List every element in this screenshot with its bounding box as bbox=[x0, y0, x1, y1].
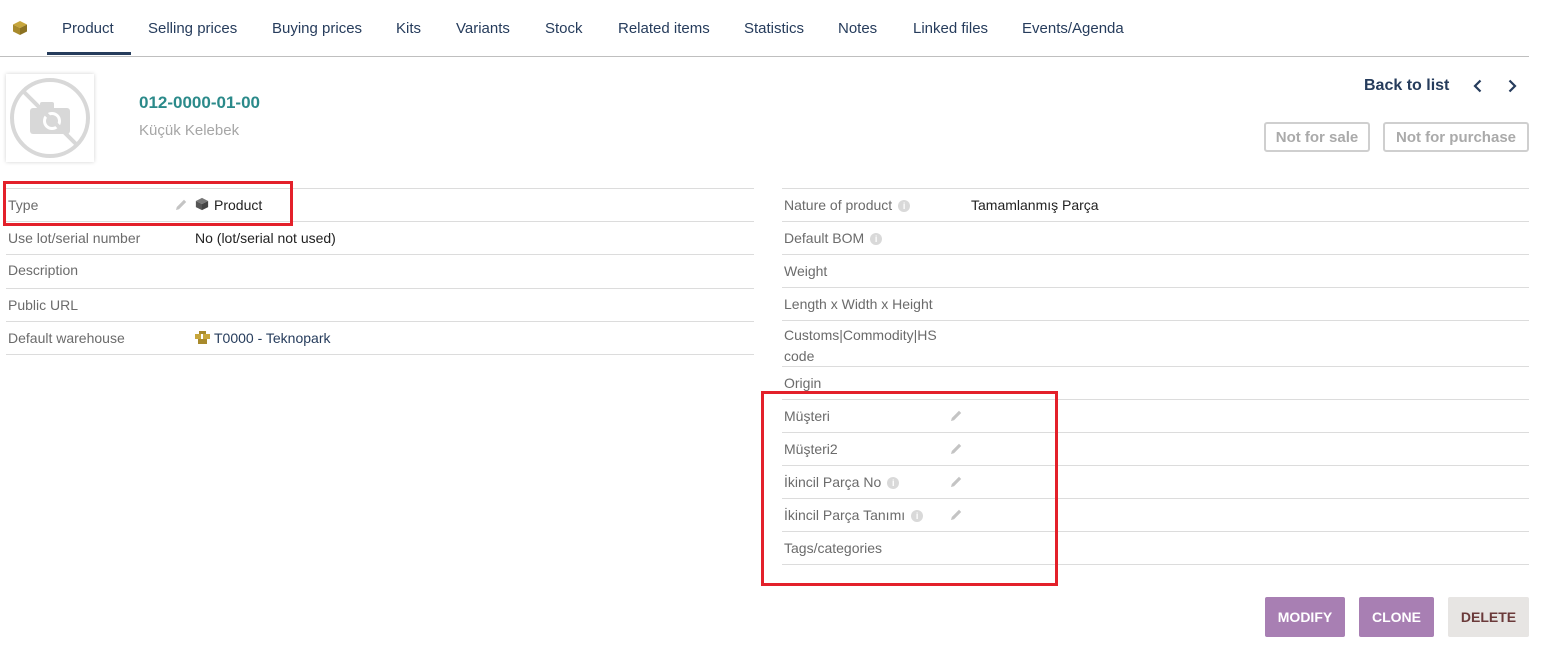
field-label-default-warehouse: Default warehouse bbox=[8, 330, 125, 346]
field-label-text: Default BOM bbox=[784, 230, 865, 246]
divider bbox=[6, 354, 754, 355]
modify-button[interactable]: MODIFY bbox=[1265, 597, 1345, 637]
product-ref: 012-0000-01-00 bbox=[139, 93, 260, 112]
divider bbox=[782, 221, 1529, 222]
tab-selling-prices[interactable]: Selling prices bbox=[148, 20, 237, 37]
divider bbox=[782, 287, 1529, 288]
tab-variants[interactable]: Variants bbox=[456, 20, 510, 37]
product-label: Küçük Kelebek bbox=[139, 122, 240, 139]
tab-buying-prices[interactable]: Buying prices bbox=[272, 20, 362, 37]
field-label-origin: Origin bbox=[784, 375, 822, 391]
no-photo-icon bbox=[10, 78, 90, 158]
field-label-weight: Weight bbox=[784, 263, 828, 279]
status-purchase-badge[interactable]: Not for purchase bbox=[1383, 122, 1529, 152]
product-photo[interactable] bbox=[6, 74, 94, 162]
next-record-icon[interactable] bbox=[1504, 78, 1520, 94]
field-value-nature: Tamamlanmış Parça bbox=[971, 197, 1099, 213]
divider bbox=[782, 254, 1529, 255]
field-label-description: Description bbox=[8, 262, 79, 278]
tab-kits[interactable]: Kits bbox=[396, 20, 421, 37]
field-label-nature: Nature of product i bbox=[784, 197, 911, 213]
active-tab-indicator bbox=[47, 52, 131, 55]
tab-linked-files[interactable]: Linked files bbox=[913, 20, 988, 37]
divider bbox=[782, 188, 1529, 189]
tab-notes[interactable]: Notes bbox=[838, 20, 877, 37]
field-label-lot-serial: Use lot/serial number bbox=[8, 230, 141, 246]
status-sale-badge[interactable]: Not for sale bbox=[1264, 122, 1370, 152]
field-label-dimensions: Length x Width x Height bbox=[784, 296, 933, 312]
back-to-list-link[interactable]: Back to list bbox=[1364, 77, 1449, 95]
field-label-public-url: Public URL bbox=[8, 297, 79, 313]
highlight-box-type bbox=[3, 181, 293, 226]
warehouse-link[interactable]: T0000 - Teknopark bbox=[214, 330, 330, 346]
delete-button[interactable]: DELETE bbox=[1448, 597, 1529, 637]
clone-button[interactable]: CLONE bbox=[1359, 597, 1434, 637]
info-icon: i bbox=[898, 200, 911, 212]
divider bbox=[6, 321, 754, 322]
tab-product[interactable]: Product bbox=[62, 20, 114, 37]
previous-record-icon[interactable] bbox=[1470, 78, 1486, 94]
tab-bar: Product Selling prices Buying prices Kit… bbox=[0, 0, 1529, 57]
divider bbox=[782, 320, 1529, 321]
highlight-box-extrafields bbox=[761, 391, 1058, 586]
tab-events-agenda[interactable]: Events/Agenda bbox=[1022, 20, 1124, 37]
field-label-text: Nature of product bbox=[784, 197, 893, 213]
tab-stock[interactable]: Stock bbox=[545, 20, 583, 37]
product-box-icon bbox=[13, 21, 27, 35]
tab-statistics[interactable]: Statistics bbox=[744, 20, 804, 37]
divider bbox=[6, 288, 754, 289]
tab-related-items[interactable]: Related items bbox=[618, 20, 710, 37]
field-label-customs-code: Customs|Commodity|HS code bbox=[784, 327, 937, 364]
field-value-lot-serial: No (lot/serial not used) bbox=[195, 230, 336, 246]
field-label-default-bom: Default BOM i bbox=[784, 230, 883, 246]
warehouse-icon bbox=[195, 331, 210, 344]
divider bbox=[6, 254, 754, 255]
info-icon: i bbox=[870, 233, 883, 245]
